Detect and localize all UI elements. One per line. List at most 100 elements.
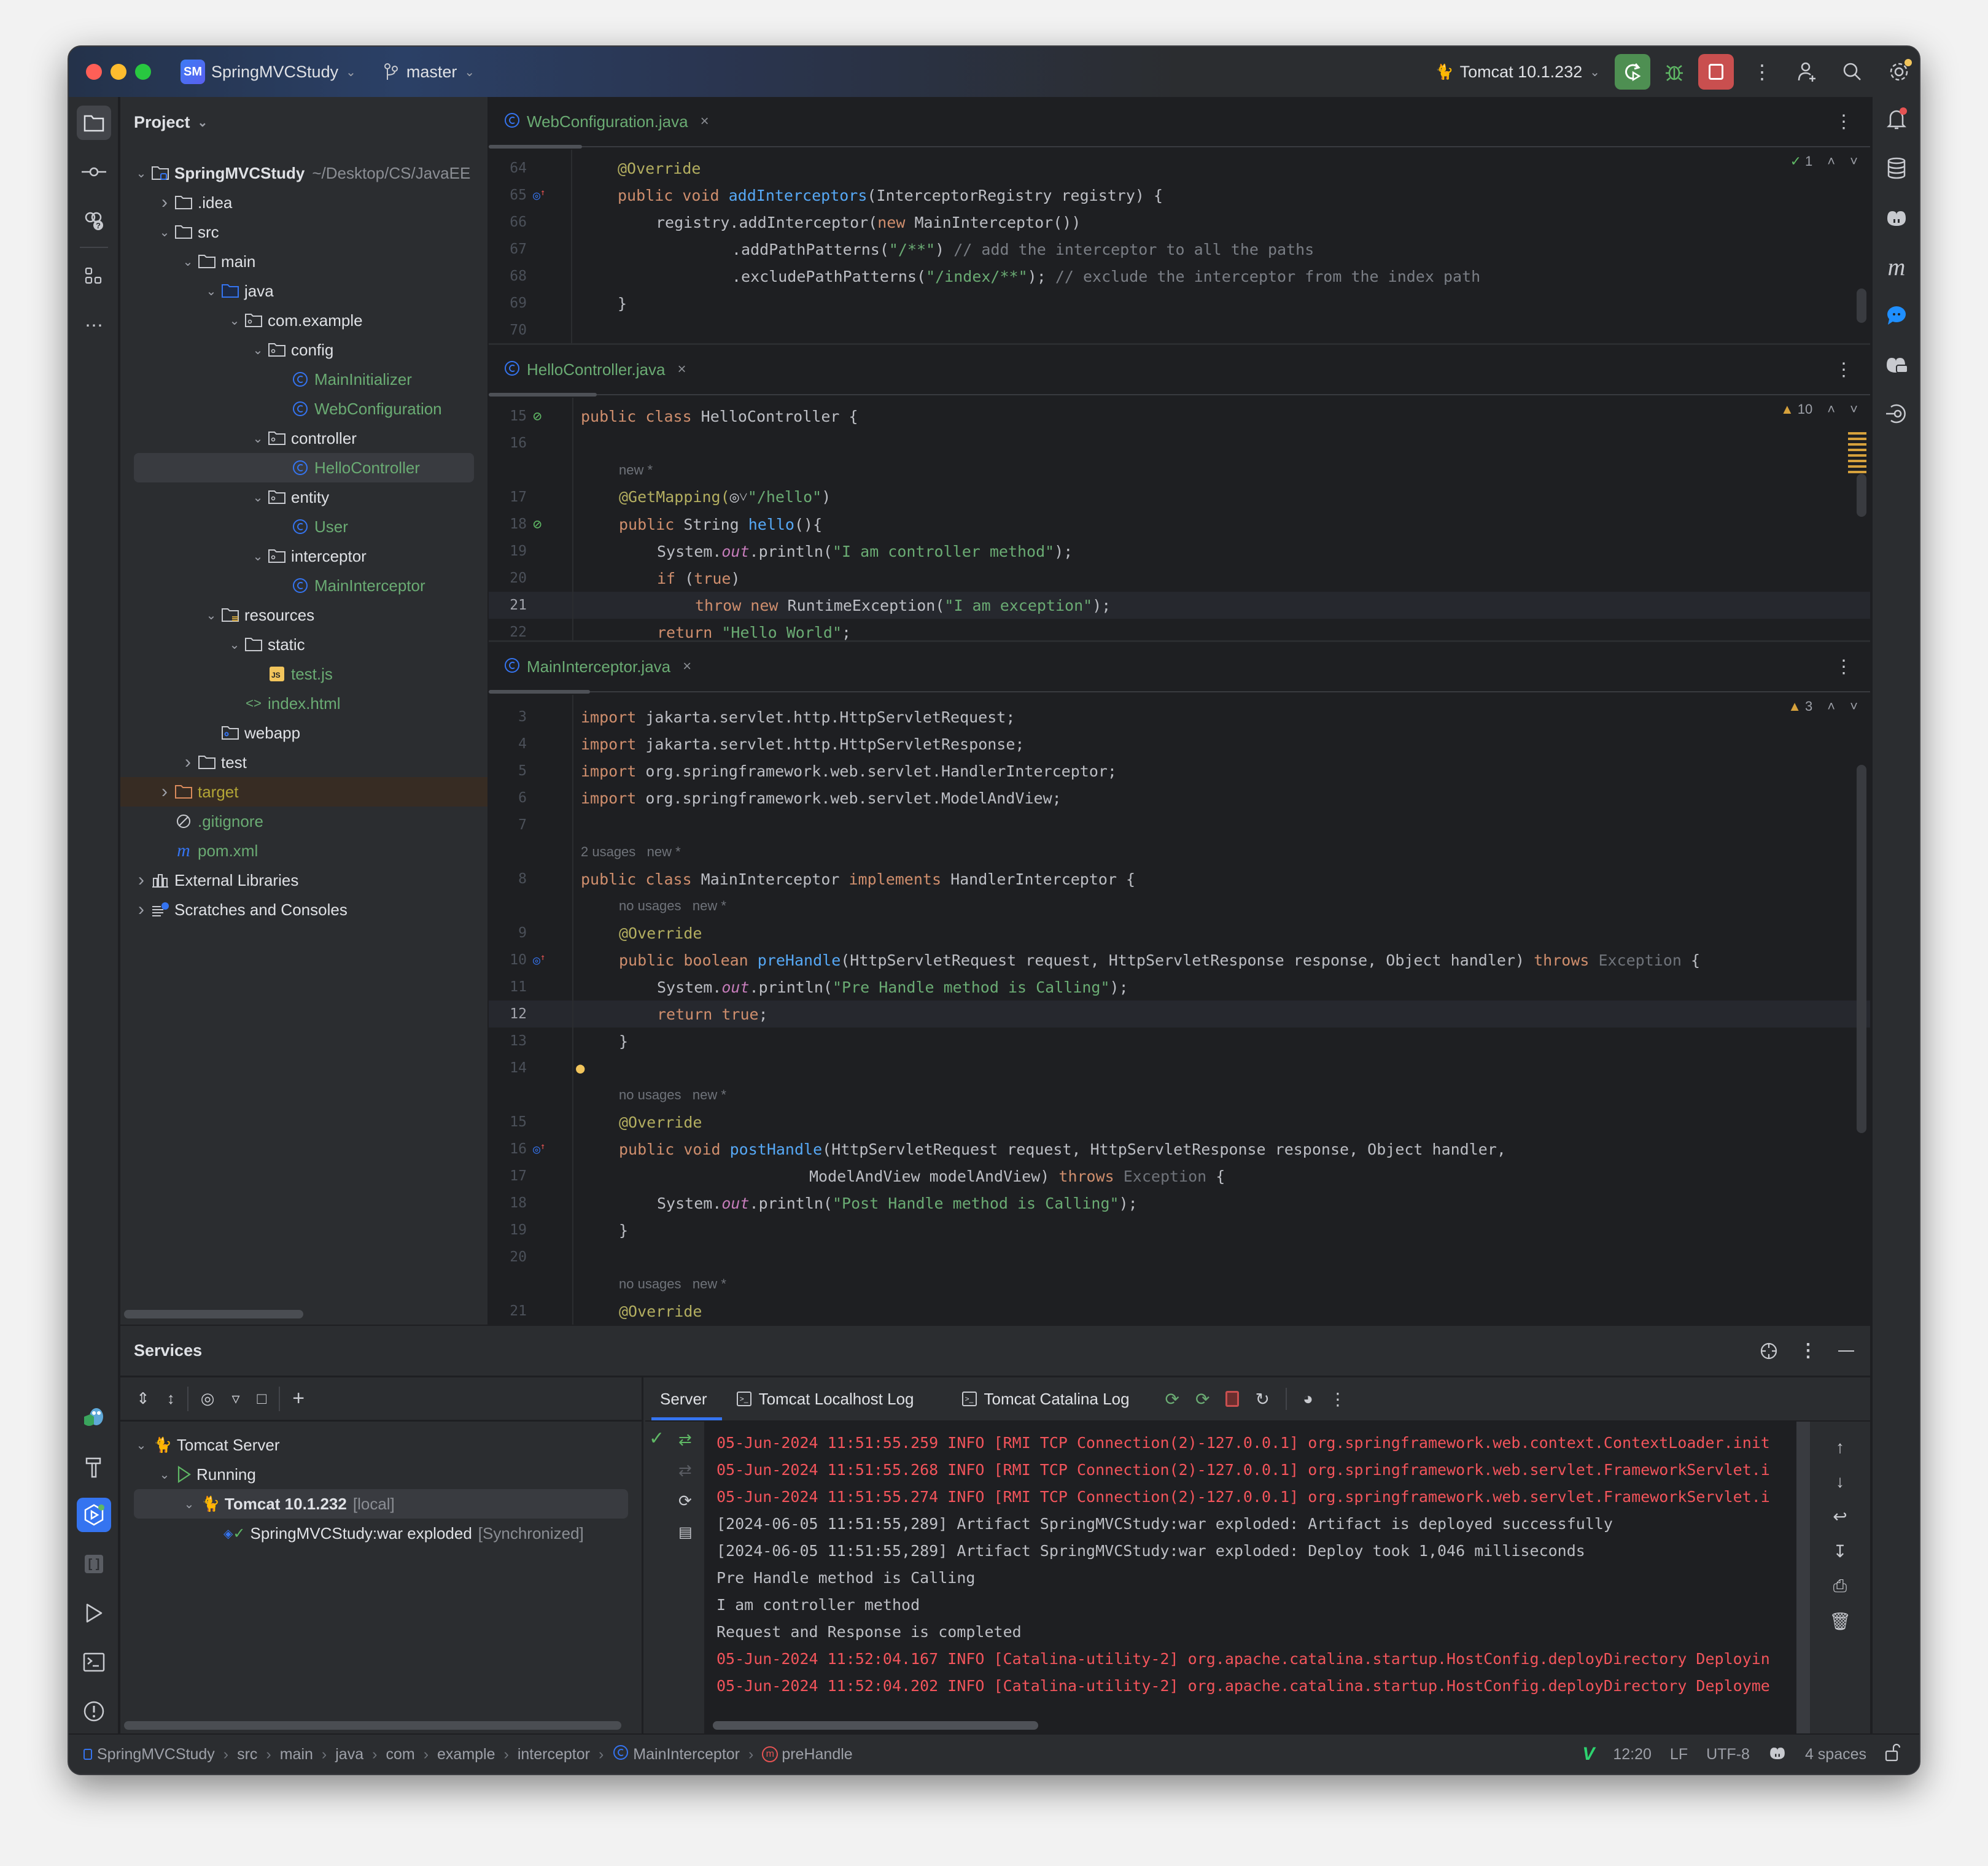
- tree-item[interactable]: MainInterceptor: [120, 571, 487, 600]
- stop-server-icon[interactable]: [1225, 1391, 1240, 1407]
- chevron-down-icon[interactable]: ⌄: [249, 431, 266, 446]
- services-tool-button[interactable]: [77, 1498, 111, 1532]
- editor-vertical-scrollbar[interactable]: [1857, 474, 1866, 517]
- terminal-tool-button[interactable]: [77, 1645, 111, 1679]
- tree-item[interactable]: MainInitializer: [120, 365, 487, 394]
- inspection-widget[interactable]: ▲ 10 ˄ ˅: [1772, 401, 1858, 417]
- scroll-down-icon[interactable]: ↓: [1836, 1472, 1844, 1492]
- spring-bean-icon[interactable]: ⊘: [533, 408, 542, 425]
- tree-item[interactable]: › External Libraries: [120, 865, 487, 895]
- service-tree-item[interactable]: ⌄ Running: [120, 1460, 642, 1489]
- console-horizontal-scrollbar[interactable]: [713, 1721, 1038, 1730]
- debug-redeploy-icon[interactable]: ⟳: [1195, 1389, 1209, 1409]
- breadcrumb-item[interactable]: MainInterceptor: [633, 1746, 740, 1763]
- caret-position[interactable]: 12:20: [1613, 1746, 1652, 1763]
- chevron-down-icon[interactable]: ⌄: [133, 1438, 150, 1453]
- ai-help-tool-button[interactable]: ?: [77, 204, 111, 238]
- next-problem-icon[interactable]: ˅: [1850, 699, 1858, 714]
- expand-all-icon[interactable]: ⇕: [136, 1389, 150, 1408]
- breadcrumb-item[interactable]: com: [386, 1746, 414, 1763]
- security-plugin-button[interactable]: [77, 1401, 111, 1435]
- chevron-down-icon[interactable]: ⌄: [203, 284, 220, 299]
- chevron-down-icon[interactable]: ⌄: [133, 166, 150, 181]
- editor-tab[interactable]: WebConfiguration.java × ⋮: [489, 97, 1870, 147]
- profiler-icon[interactable]: ◕: [1303, 1389, 1313, 1409]
- service-tree-item[interactable]: ⌄ 🐈 Tomcat Server: [120, 1430, 642, 1460]
- chevron-right-icon[interactable]: ›: [156, 192, 173, 213]
- tree-item[interactable]: › .idea: [120, 188, 487, 217]
- tree-item[interactable]: User: [120, 512, 487, 541]
- chevron-right-icon[interactable]: ›: [133, 899, 150, 920]
- editor-tab[interactable]: HelloController.java × ⋮: [489, 345, 1870, 395]
- editor-vertical-scrollbar[interactable]: [1857, 765, 1866, 1133]
- indent-setting[interactable]: 4 spaces: [1805, 1746, 1866, 1763]
- minimize-window-button[interactable]: [111, 64, 126, 80]
- maximize-window-button[interactable]: [135, 64, 151, 80]
- breadcrumb-item[interactable]: main: [280, 1746, 313, 1763]
- open-browser-icon[interactable]: ▤: [678, 1523, 693, 1541]
- tree-item[interactable]: ⌄ static: [120, 630, 487, 659]
- close-tab-icon[interactable]: ×: [701, 113, 709, 130]
- service-tree-item[interactable]: ⌄ 🐈 Tomcat 10.1.232 [local]: [134, 1489, 628, 1519]
- breadcrumb-item[interactable]: SpringMVCStudy: [97, 1746, 215, 1763]
- code-area[interactable]: 3 import jakarta.servlet.http.HttpServlet…: [489, 695, 1870, 1325]
- project-switcher[interactable]: SM SpringMVCStudy ⌄: [181, 60, 356, 84]
- previous-problem-icon[interactable]: ˄: [1827, 699, 1835, 714]
- build-tool-button[interactable]: [77, 1450, 111, 1484]
- chevron-down-icon[interactable]: ⌄: [249, 343, 266, 358]
- chevron-right-icon[interactable]: ›: [179, 752, 196, 773]
- minimize-panel-icon[interactable]: [1838, 1350, 1854, 1352]
- add-service-icon[interactable]: +: [292, 1387, 305, 1411]
- override-up-icon[interactable]: ◎↑: [533, 188, 545, 203]
- code-area[interactable]: 15 ⊘ public class HelloController {16 new *…: [489, 398, 1870, 641]
- chevron-right-icon[interactable]: ›: [133, 870, 150, 891]
- more-actions-icon[interactable]: ⋮: [1752, 60, 1772, 83]
- close-tab-icon[interactable]: ×: [677, 361, 686, 378]
- tree-item[interactable]: WebConfiguration: [120, 394, 487, 424]
- tree-item[interactable]: ⌄ entity: [120, 482, 487, 512]
- close-tab-icon[interactable]: ×: [683, 658, 691, 675]
- collapse-all-icon[interactable]: ↕: [167, 1389, 175, 1408]
- filter-icon[interactable]: ▿: [231, 1389, 239, 1408]
- project-tool-button[interactable]: [77, 106, 111, 140]
- tree-item[interactable]: <> index.html: [120, 689, 487, 718]
- file-encoding[interactable]: UTF-8: [1706, 1746, 1750, 1763]
- code-area[interactable]: 64 @Override 65 ◎↑ public void addIntercepto…: [489, 150, 1870, 343]
- settings-gear-icon[interactable]: [1887, 59, 1912, 83]
- copilot-status-icon[interactable]: [1768, 1744, 1787, 1765]
- problems-tool-button[interactable]: [77, 1694, 111, 1729]
- spring-web-icon[interactable]: ⊘: [533, 516, 542, 533]
- bracket-plugin-button[interactable]: [ ]: [77, 1547, 111, 1581]
- override-up-icon[interactable]: ◎↑: [533, 953, 545, 967]
- inspection-widget[interactable]: ✓ 1 ˄ ˅: [1782, 153, 1858, 169]
- service-tree-item[interactable]: ◈ ✓ SpringMVCStudy:war exploded [Synchroniz…: [120, 1519, 642, 1548]
- editor-more-icon[interactable]: ⋮: [1835, 656, 1853, 678]
- branch-switcher[interactable]: master ⌄: [383, 63, 475, 82]
- chevron-down-icon[interactable]: ⌄: [156, 1467, 173, 1482]
- editor-more-icon[interactable]: ⋮: [1835, 111, 1853, 133]
- chevron-down-icon[interactable]: ⌄: [249, 490, 266, 505]
- debug-button[interactable]: [1656, 54, 1692, 90]
- tree-item[interactable]: m pom.xml: [120, 836, 487, 865]
- copilot-button[interactable]: [1879, 200, 1914, 234]
- breadcrumb-item[interactable]: preHandle: [782, 1746, 852, 1763]
- breadcrumb-item[interactable]: interceptor: [518, 1746, 590, 1763]
- override-up-icon[interactable]: ◎↑: [533, 1142, 545, 1156]
- locate-icon[interactable]: [1760, 1342, 1778, 1360]
- structure-tool-button[interactable]: [77, 259, 111, 293]
- previous-problem-icon[interactable]: ˄: [1827, 401, 1835, 417]
- chevron-down-icon[interactable]: ⌄: [226, 637, 243, 652]
- ai-assistant-button[interactable]: [1879, 397, 1914, 431]
- file-lock-icon[interactable]: [1885, 1743, 1901, 1766]
- tree-item[interactable]: ⌄ interceptor: [120, 541, 487, 571]
- console-vertical-scrollbar[interactable]: [1796, 1422, 1810, 1736]
- tree-item[interactable]: HelloController: [134, 453, 474, 482]
- editor-vertical-scrollbar[interactable]: [1857, 288, 1866, 323]
- tree-item[interactable]: ⌄ src: [120, 217, 487, 247]
- update-app-icon[interactable]: ⇄: [678, 1430, 692, 1449]
- chevron-down-icon[interactable]: ⌄: [156, 225, 173, 240]
- stop-button[interactable]: [1698, 54, 1734, 90]
- services-horizontal-scrollbar[interactable]: [124, 1721, 621, 1730]
- vim-plugin-icon[interactable]: V: [1582, 1744, 1594, 1765]
- breadcrumb-item[interactable]: java: [335, 1746, 363, 1763]
